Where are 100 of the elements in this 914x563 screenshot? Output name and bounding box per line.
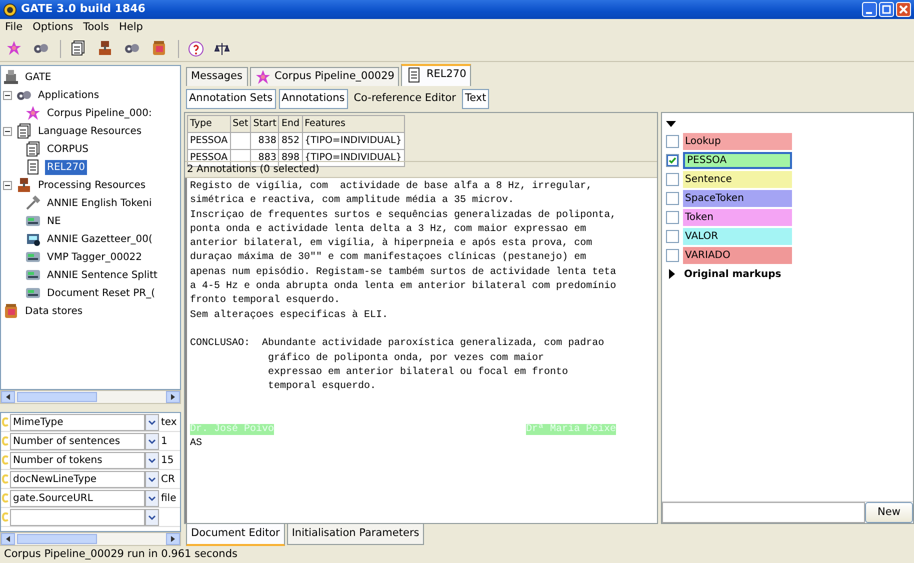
text-line: Abundante actividade paroxística generalizada, com padrao [262,338,604,350]
table-cell: PESSOA [188,132,230,150]
close-button[interactable] [896,2,911,17]
toggle-button[interactable]: Annotation Sets [186,89,276,109]
c-icon [1,435,10,447]
tree-item[interactable]: Corpus Pipeline_000: [45,106,154,120]
stack-icon [16,123,32,139]
table-cell: 838 [250,132,279,150]
feature-name-field[interactable]: MimeType [10,414,145,430]
table-cell: 852 [278,132,302,150]
document-text-area[interactable] [185,178,657,523]
menu-item[interactable]: Help [118,20,143,36]
scroll-right-icon[interactable] [166,533,180,545]
tree-item[interactable]: Processing Resources [36,178,148,192]
column-header[interactable]: Type [188,116,230,132]
scrollbar-thumb[interactable] [17,534,97,544]
maximize-button[interactable] [879,2,894,17]
c-icon [1,492,10,504]
module-icon [25,267,41,283]
dropdown-icon[interactable] [145,490,159,506]
tab[interactable]: Document Editor [186,524,285,546]
app-icon [3,2,17,16]
tree-item[interactable]: CORPUS [45,142,90,156]
feature-name-field[interactable] [10,508,145,526]
checkbox[interactable] [666,249,679,262]
dropdown-icon[interactable] [145,508,159,526]
text-line: anterior bilateral, em vigília, à hiperpneia e após esta prova, com [190,238,592,250]
checkbox[interactable] [666,192,679,205]
text-line: fronto temporal esquerdo. [190,295,340,306]
checkbox[interactable] [666,154,679,167]
tab[interactable]: Corpus Pipeline_00029 [250,67,400,86]
new-button[interactable]: New [865,502,913,523]
table-cell-text: CR [160,472,176,486]
help-icon[interactable] [188,40,204,56]
feature-name-field[interactable]: gate.SourceURL [10,490,145,506]
window-title: GATE 3.0 build 1846 [21,1,146,18]
tree-item[interactable]: REL270 [45,160,87,174]
checkbox[interactable] [666,230,679,243]
checkbox[interactable] [666,135,679,148]
collapse-icon[interactable] [3,90,12,100]
group-label[interactable]: Original markups [684,266,782,282]
dropdown-icon[interactable] [145,432,159,450]
c-icon [1,416,10,428]
new-type-field[interactable] [662,502,865,523]
scroll-left-icon[interactable] [1,533,15,545]
c-icon [1,511,10,523]
tree-item[interactable]: GATE [23,70,54,84]
tree-item[interactable]: VMP Tagger_00022 [45,250,144,264]
box-icon [3,303,19,319]
annotation-type-label: VARIADO [683,247,792,264]
dropdown-icon[interactable] [145,414,159,430]
text-line: Registo de vigília, com actividade de base alfa a 8 Hz, irregular, [190,181,592,192]
scales-icon[interactable] [213,40,231,56]
minimize-button[interactable] [862,2,877,17]
toggle-button[interactable]: Annotations [278,89,348,109]
checkbox[interactable] [666,211,679,224]
tree-item[interactable]: Document Reset PR_( [45,286,157,300]
feature-name-field[interactable]: docNewLineType [10,470,145,488]
checkbox[interactable] [666,173,679,186]
text-line: Sem alteraçoes especificas à ELI. [190,310,388,321]
tree-item[interactable]: Language Resources [36,124,144,138]
caret-right-icon[interactable] [668,269,676,279]
tree-item[interactable]: ANNIE Sentence Splitt [45,268,160,282]
tree-item[interactable]: NE [45,214,63,228]
text-line: AS [190,438,202,450]
tree-item[interactable]: ANNIE English Tokeni [45,196,154,210]
collapse-icon[interactable] [3,180,12,190]
feature-name-field[interactable]: Number of sentences [10,432,145,450]
text-line: gráfico de poliponta onda, por vezes com maior [268,352,544,364]
feature-name-field[interactable]: Number of tokens [10,452,145,468]
tree-item[interactable]: Data stores [23,304,85,318]
text-line: simétrica e reactiva, com amplitude média a 35 microv. [190,195,514,206]
toggle-button[interactable]: Text [462,89,490,109]
tree-item[interactable]: ANNIE Gazetteer_00( [45,232,154,246]
dropdown-icon[interactable] [145,452,159,468]
annotation-type-label: Sentence [683,171,792,188]
text-line: apenas num episódio. Registam-se também surtos de actividade lenta teta [190,266,616,278]
menu-item[interactable]: Options [32,20,74,36]
collapse-icon[interactable] [3,126,12,136]
module-icon [25,285,41,301]
menu-item[interactable]: Tools [83,20,109,36]
scroll-right-icon[interactable] [166,391,180,403]
c-icon [1,454,10,466]
menu-item[interactable]: File [5,20,23,36]
tab[interactable]: REL270 [401,64,472,86]
tab[interactable]: Messages [186,67,248,86]
text-line: duraçao máxima de 30"" e com manifestaçoes clínicas (pestanejo) em [190,252,586,264]
annotation-count: 2 Annotations (0 selected) [185,161,657,178]
text-line: expressao em anterior bilateral ou focal em fronto [268,366,568,378]
dropdown-icon[interactable] [145,470,159,488]
caret-down-icon[interactable] [666,120,676,128]
annotation-type-label: Token [683,209,792,226]
table-cell-text: tex [160,416,178,430]
toggle-button[interactable]: Co-reference Editor [350,89,459,109]
star-icon [25,105,41,121]
column-header[interactable]: Features [302,116,404,132]
tree-item[interactable]: Applications [36,88,102,102]
tab[interactable]: Initialisation Parameters [286,524,424,545]
scrollbar-thumb[interactable] [17,392,97,402]
scroll-left-icon[interactable] [1,391,15,403]
